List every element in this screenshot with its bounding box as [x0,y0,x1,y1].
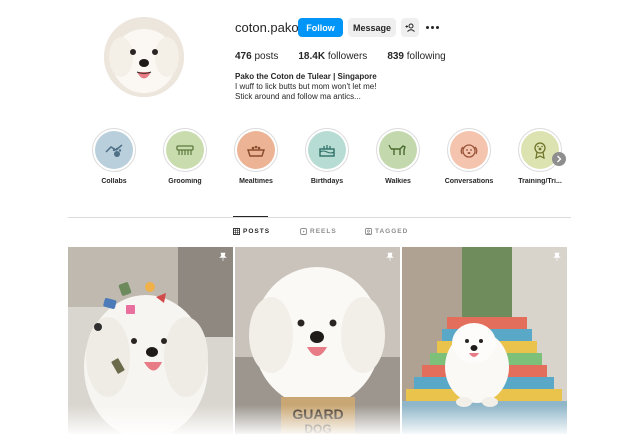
tagged-icon [365,228,372,235]
highlight-conversations[interactable]: Conversations [437,128,501,185]
comb-icon [176,145,194,155]
food-bowl-icon [247,145,265,157]
highlight-cover [237,131,275,169]
highlight-cover [308,131,346,169]
reels-icon [300,228,307,235]
highlight-walkies[interactable]: Walkies [366,128,430,185]
svg-text:GUARD: GUARD [292,406,343,422]
bio-name: Pako the Coton de Tulear | Singapore [235,72,377,81]
highlight-ring [376,128,420,172]
post-thumbnail[interactable] [402,247,567,434]
follow-button[interactable]: Follow [298,18,343,37]
highlight-ring [92,128,136,172]
post-thumbnail[interactable] [68,247,233,434]
post-thumbnail[interactable]: GUARD DOG [235,247,400,434]
bio-line: Stick around and follow ma antics... [235,92,361,101]
highlight-cover [95,131,133,169]
pin-icon [553,252,561,261]
following-count: 839 [387,51,404,62]
dog-walk-icon [388,144,406,155]
post-image-dog-stickers [68,247,233,434]
followers-label: followers [327,51,368,62]
active-tab-indicator [233,216,268,217]
highlight-cover [166,131,204,169]
add-person-icon [405,23,415,32]
dog-face-icon [460,144,478,158]
highlight-grooming[interactable]: Grooming [153,128,217,185]
tab-tagged[interactable]: TAGGED [365,228,408,235]
post-image-dog-box: GUARD DOG [235,247,400,434]
highlight-ring [163,128,207,172]
following-stat[interactable]: 839 following [387,51,445,62]
story-highlights: Collabs Grooming Mealtimes Birthdays Wal… [0,128,640,192]
highlight-birthdays[interactable]: Birthdays [295,128,359,185]
pin-icon [219,252,227,261]
bio-line: I wuff to lick butts but mom won't let m… [235,82,377,91]
profile-stats: 476 posts 18.4K followers 839 following [235,51,466,62]
tab-reels-label: REELS [310,228,337,235]
tab-posts-label: POSTS [243,228,271,235]
tab-reels[interactable]: REELS [300,228,337,235]
chevron-right-icon [557,155,562,163]
handshake-paw-icon [105,144,123,157]
profile-bio: Pako the Coton de Tulear | Singapore I w… [235,72,377,102]
following-label: following [406,51,446,62]
posts-label: posts [254,51,279,62]
cake-icon [319,145,335,157]
posts-stat: 476 posts [235,51,278,62]
highlight-mealtimes[interactable]: Mealtimes [224,128,288,185]
tab-tagged-label: TAGGED [375,228,409,235]
followers-count: 18.4K [298,51,326,62]
highlight-cover [379,131,417,169]
profile-avatar[interactable] [104,17,184,97]
highlight-label: Mealtimes [239,178,273,185]
pin-icon [386,252,394,261]
highlight-label: Birthdays [310,178,344,185]
award-ribbon-icon [534,142,546,160]
highlight-label: Training/Tri... [518,178,562,185]
followers-stat[interactable]: 18.4K followers [298,51,367,62]
message-button[interactable]: Message [348,18,396,37]
more-options-button[interactable] [424,20,440,34]
suggest-users-button[interactable] [401,18,419,37]
highlight-label: Walkies [385,178,411,185]
highlight-ring [234,128,278,172]
highlight-label: Grooming [168,178,202,185]
highlights-next-button[interactable] [552,152,566,166]
highlight-label: Collabs [101,178,127,185]
ellipsis-icon [425,25,439,29]
highlight-ring [305,128,349,172]
post-image-dog-stairs [402,247,567,434]
tabs-divider [68,217,571,218]
grid-icon [233,228,240,235]
posts-count: 476 [235,51,252,62]
profile-username: coton.pako [235,20,299,35]
highlight-collabs[interactable]: Collabs [82,128,146,185]
highlight-ring [447,128,491,172]
highlight-cover [450,131,488,169]
svg-text:DOG: DOG [304,422,331,434]
tab-posts[interactable]: POSTS [233,228,270,235]
highlight-label: Conversations [444,178,494,185]
